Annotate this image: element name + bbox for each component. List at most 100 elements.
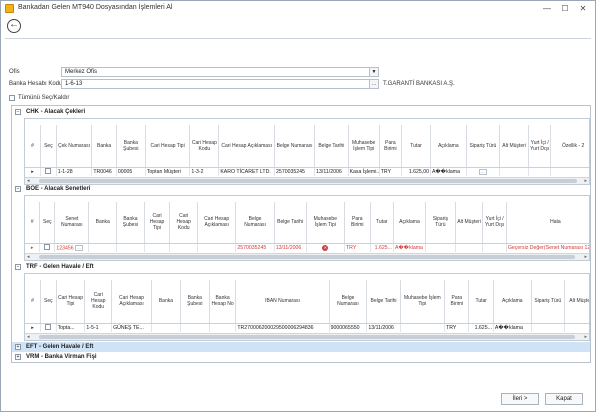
table-cell[interactable]	[400, 323, 446, 332]
table-cell[interactable]	[151, 323, 181, 332]
cancel-button[interactable]: Kapat	[545, 393, 583, 405]
table-cell[interactable]	[550, 167, 589, 176]
table-cell[interactable]	[209, 323, 237, 332]
column-header[interactable]: Para Birimi	[379, 125, 403, 168]
table-cell[interactable]: 1.625...	[370, 243, 394, 252]
lookup-icon[interactable]: …	[369, 80, 378, 88]
lookup-icon[interactable]: …	[478, 168, 487, 175]
table-cell[interactable]: 2570035245	[235, 243, 275, 252]
column-header[interactable]: Banka	[88, 202, 118, 244]
table-cell[interactable]: Geçersiz Değer(Senet Numarası 123	[506, 243, 589, 252]
expand-icon[interactable]: +	[15, 344, 21, 350]
table-cell[interactable]: ✕	[306, 243, 346, 252]
scroll-thumb[interactable]	[39, 179, 577, 183]
scroll-left-icon[interactable]: ◂	[27, 254, 30, 260]
column-header[interactable]: Cari Hesap Açıklaması	[218, 125, 276, 168]
table-cell[interactable]	[482, 243, 507, 252]
column-header[interactable]: Cari Hesap Tipi	[145, 125, 191, 168]
column-header[interactable]: Seç	[40, 280, 57, 324]
table-cell[interactable]: 00005	[116, 167, 146, 176]
column-header[interactable]: #	[25, 202, 41, 244]
table-cell[interactable]: TR0046	[91, 167, 117, 176]
table-row[interactable]: ▸ 1-1-28 TR0046 00005 Toptan Müşteri 1-3-2 KAR…	[25, 167, 589, 176]
table-cell[interactable]: KARO TİCARET LTD.	[218, 167, 276, 176]
table-cell[interactable]	[88, 243, 118, 252]
column-header[interactable]: Cari Hesap Kodu	[189, 125, 220, 168]
column-header[interactable]: IBAN Numarası	[235, 280, 330, 324]
column-header[interactable]: Banka Şubesi	[116, 125, 146, 168]
select-all-checkbox[interactable]	[9, 95, 15, 101]
column-header[interactable]: #	[25, 125, 42, 168]
column-header[interactable]: Banka Hesap No	[209, 280, 237, 324]
table-cell[interactable]	[425, 243, 456, 252]
column-header[interactable]: #	[25, 280, 42, 324]
table-cell[interactable]	[169, 243, 199, 252]
column-header[interactable]: Belge Numarası	[235, 202, 275, 244]
column-header[interactable]: Para Birimi	[344, 202, 371, 244]
column-header[interactable]: Senet Numarası	[54, 202, 90, 244]
table-cell[interactable]: A��klama	[393, 243, 426, 252]
table-cell[interactable]: TRY	[379, 167, 403, 176]
table-cell[interactable]: A��klama	[430, 167, 467, 176]
table-cell[interactable]	[180, 323, 210, 332]
column-header[interactable]: Belge Tarihi	[314, 125, 349, 168]
column-header[interactable]: Cari Hesap Açıklaması	[197, 202, 237, 244]
column-header[interactable]: Banka	[91, 125, 117, 168]
column-header[interactable]: Yurt İçi / Yurt Dışı	[482, 202, 507, 244]
table-cell[interactable]: 1-3-2	[189, 167, 220, 176]
column-header[interactable]: Tutar	[401, 125, 432, 168]
next-button[interactable]: İleri >	[501, 393, 539, 405]
section-trf-header[interactable]: − TRF - Gelen Havale / Eft	[12, 262, 590, 272]
column-header[interactable]: Özellik - 2	[550, 125, 589, 168]
section-vrm-header[interactable]: + VRM - Banka Virman Fişi	[12, 352, 590, 362]
expand-icon[interactable]: +	[15, 354, 21, 360]
table-row[interactable]: ▸ Topta... 1-5-1 GÜNEŞ TE... TR2700062000295…	[25, 323, 589, 332]
column-header[interactable]: Çek Numarası	[56, 125, 93, 168]
column-header[interactable]: Belge Numarası	[274, 125, 316, 168]
column-header[interactable]: Muhasebe İşlem Tipi	[348, 125, 380, 168]
minimize-button[interactable]: —	[541, 3, 553, 14]
section-eft-header[interactable]: + EFT - Gelen Havale / Eft	[12, 342, 590, 352]
column-header[interactable]: Alt Müşteri	[564, 280, 589, 324]
table-cell[interactable]	[499, 167, 530, 176]
collapse-icon[interactable]: −	[15, 186, 21, 192]
column-header[interactable]: Alt Müşteri	[455, 202, 484, 244]
table-cell[interactable]: Kasa İşlemi...	[348, 167, 380, 176]
close-button[interactable]: ✕	[577, 3, 589, 14]
table-cell[interactable]	[40, 323, 57, 332]
column-header[interactable]: Belge Numarası	[329, 280, 368, 324]
column-header[interactable]: Açıklama	[393, 202, 426, 244]
collapse-icon[interactable]: −	[15, 109, 21, 115]
maximize-button[interactable]: ☐	[559, 3, 571, 14]
chk-horizontal-scrollbar[interactable]: ◂ ▸	[25, 177, 589, 184]
column-header[interactable]: Sipariş Türü	[425, 202, 456, 244]
banka-hesap-input[interactable]: 1-6-13 …	[61, 79, 379, 89]
column-header[interactable]: Hata	[506, 202, 589, 244]
lookup-icon[interactable]: …	[75, 244, 84, 251]
column-header[interactable]: Muhasebe İşlem Tipi	[306, 202, 346, 244]
column-header[interactable]: Cari Hesap Kodu	[169, 202, 199, 244]
back-arrow-icon[interactable]: ←	[7, 19, 21, 33]
ofis-select[interactable]: Merkez Ofis ▼	[61, 67, 379, 77]
column-header[interactable]: Sipariş Türü	[531, 280, 565, 324]
row-select-checkbox[interactable]	[45, 323, 52, 330]
table-cell[interactable]: Toptan Müşteri	[145, 167, 191, 176]
column-header[interactable]: Cari Hesap Kodu	[84, 280, 113, 324]
column-header[interactable]: Yurt İçi / Yurt Dışı	[528, 125, 552, 168]
column-header[interactable]: Para Birimi	[444, 280, 470, 324]
table-cell[interactable]: 1-5-1	[84, 323, 113, 332]
scroll-right-icon[interactable]: ▸	[584, 254, 587, 260]
column-header[interactable]: Alt Müşteri	[499, 125, 530, 168]
boe-horizontal-scrollbar[interactable]: ◂ ▸	[25, 253, 589, 260]
column-header[interactable]: Sipariş Türü	[466, 125, 501, 168]
chevron-down-icon[interactable]: ▼	[369, 68, 378, 76]
column-header[interactable]: Banka Şubesi	[116, 202, 145, 244]
scroll-left-icon[interactable]: ◂	[27, 334, 30, 340]
table-cell[interactable]: TR270006200029500006294836	[235, 323, 330, 332]
table-cell[interactable]	[197, 243, 237, 252]
table-cell[interactable]: 123456 …	[54, 243, 90, 252]
column-header[interactable]: Cari Hesap Tipi	[144, 202, 171, 244]
section-chk-header[interactable]: − CHK - Alacak Çekleri	[12, 107, 590, 117]
column-header[interactable]: Cari Hesap Açıklaması	[111, 280, 153, 324]
collapse-icon[interactable]: −	[15, 264, 21, 270]
